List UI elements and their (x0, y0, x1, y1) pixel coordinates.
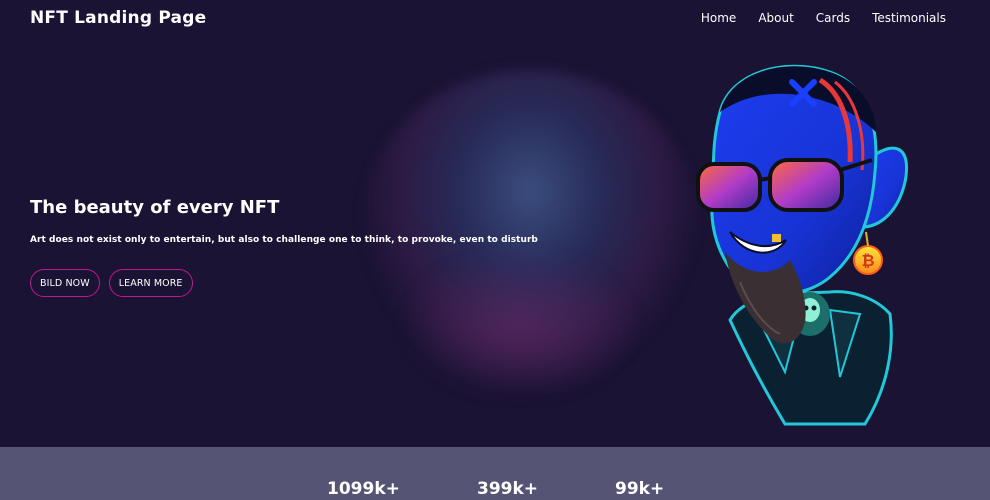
stat-value: 399k+ (477, 479, 539, 499)
nav-link-testimonials[interactable]: Testimonials (872, 11, 946, 25)
stats-band: 1099k+ 399k+ 99k+ (0, 447, 990, 500)
svg-text:₿: ₿ (861, 251, 874, 270)
hero-title: The beauty of every NFT (30, 197, 280, 218)
stat-value: 99k+ (615, 479, 665, 499)
landing-page: NFT Landing Page Home About Cards Testim… (0, 0, 990, 500)
hero-section: The beauty of every NFT Art does not exi… (30, 197, 538, 297)
hero-subtitle: Art does not exist only to entertain, bu… (30, 235, 538, 245)
top-nav: NFT Landing Page Home About Cards Testim… (0, 0, 990, 40)
hero-buttons: BILD NOW LEARN MORE (30, 269, 530, 297)
nav-links: Home About Cards Testimonials (701, 11, 946, 25)
nft-character-illustration: ₿ (696, 64, 908, 426)
build-now-button[interactable]: BILD NOW (30, 269, 100, 297)
stat-value: 1099k+ (327, 479, 400, 499)
nav-link-about[interactable]: About (758, 11, 793, 25)
nav-link-home[interactable]: Home (701, 11, 736, 25)
nav-link-cards[interactable]: Cards (816, 11, 850, 25)
learn-more-button[interactable]: LEARN MORE (108, 269, 193, 297)
brand-title[interactable]: NFT Landing Page (30, 8, 206, 28)
